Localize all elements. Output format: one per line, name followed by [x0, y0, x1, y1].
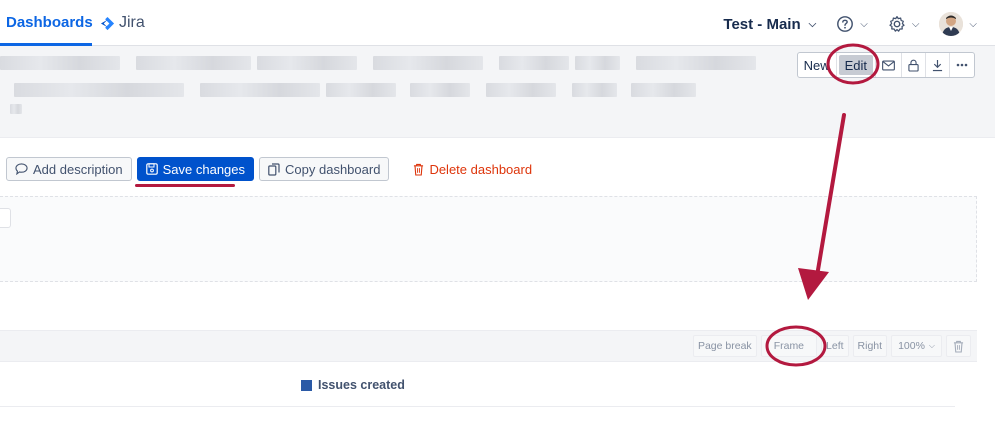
- jira-label: Jira: [119, 14, 145, 31]
- dashboard-toolbar: New Edit: [796, 52, 975, 78]
- chevron-down-icon: ⌵: [808, 18, 817, 30]
- jira-home-link[interactable]: Jira: [100, 14, 145, 32]
- lock-button[interactable]: [902, 53, 926, 77]
- frame-label: Frame: [773, 340, 805, 352]
- top-navigation: Dashboards Jira Test - Main ⌵ ⌵ ⌵ ⌵: [0, 0, 995, 46]
- envelope-icon: [882, 59, 895, 71]
- copy-icon: [268, 162, 280, 176]
- chart-legend: Issues created: [301, 378, 405, 392]
- align-right-label: Right: [857, 340, 883, 352]
- frame-button[interactable]: Frame: [760, 335, 818, 357]
- trash-icon: [414, 163, 424, 176]
- save-changes-button[interactable]: Save changes: [136, 157, 255, 181]
- blurred-subtitle: [14, 83, 696, 97]
- widget-delete-button[interactable]: [946, 335, 971, 357]
- description-area[interactable]: [0, 196, 977, 282]
- project-selector[interactable]: Test - Main ⌵: [723, 16, 816, 33]
- top-nav-right: Test - Main ⌵ ⌵ ⌵ ⌵: [723, 10, 977, 38]
- align-right-button[interactable]: Right: [852, 335, 888, 357]
- ellipsis-icon: [956, 63, 968, 67]
- project-label: Test - Main: [723, 15, 801, 33]
- align-left-button[interactable]: Left: [821, 335, 849, 357]
- add-description-label: Add description: [33, 161, 123, 177]
- jira-logo-icon: [100, 16, 115, 30]
- download-button[interactable]: [926, 53, 950, 77]
- widget-tools: Page break Frame Left Right 100% ⌵: [692, 335, 971, 357]
- dashboard-header: New Edit: [0, 46, 995, 138]
- new-button[interactable]: New: [798, 53, 837, 77]
- avatar: [939, 12, 964, 36]
- tab-dashboards[interactable]: Dashboards: [6, 14, 93, 31]
- copy-dashboard-label: Copy dashboard: [285, 161, 381, 177]
- chart-divider: [0, 406, 955, 407]
- zoom-select[interactable]: 100% ⌵: [891, 335, 942, 357]
- chevron-down-icon: ⌵: [911, 18, 920, 30]
- trash-icon: [953, 340, 964, 353]
- chevron-down-icon: ⌵: [860, 18, 868, 30]
- help-menu[interactable]: ⌵: [836, 15, 868, 33]
- download-icon: [932, 59, 943, 71]
- delete-dashboard-button[interactable]: Delete dashboard: [404, 157, 541, 181]
- delete-dashboard-label: Delete dashboard: [429, 161, 533, 177]
- align-left-label: Left: [826, 340, 844, 352]
- dashboard-actions: Add description Save changes Copy dashbo…: [6, 157, 541, 181]
- annotation-underline: [135, 184, 235, 187]
- settings-menu[interactable]: ⌵: [888, 15, 920, 33]
- page-break-label: Page break: [697, 340, 752, 352]
- comment-icon: [15, 163, 28, 175]
- chevron-down-icon: ⌵: [928, 341, 935, 350]
- edit-label: Edit: [844, 57, 867, 73]
- save-icon: [145, 163, 158, 175]
- add-description-button[interactable]: Add description: [6, 157, 132, 181]
- collapse-handle[interactable]: [0, 208, 11, 228]
- lock-icon: [908, 59, 919, 72]
- copy-dashboard-button[interactable]: Copy dashboard: [259, 157, 390, 181]
- chevron-down-icon: ⌵: [969, 18, 977, 30]
- zoom-label: 100%: [898, 340, 925, 352]
- profile-menu[interactable]: ⌵: [939, 12, 977, 36]
- blurred-title: [0, 56, 756, 70]
- legend-label: Issues created: [318, 378, 405, 392]
- legend-swatch: [301, 379, 312, 391]
- gear-icon: [889, 15, 905, 32]
- save-changes-label: Save changes: [162, 161, 246, 177]
- blurred-meta: [10, 104, 22, 118]
- question-circle-icon: [837, 16, 854, 32]
- email-button[interactable]: [875, 53, 902, 77]
- widget-toolbar: Page break Frame Left Right 100% ⌵: [0, 330, 977, 362]
- edit-button[interactable]: Edit: [838, 55, 873, 75]
- page-break-button[interactable]: Page break: [692, 335, 757, 357]
- new-label: New: [803, 57, 830, 73]
- more-button[interactable]: [950, 53, 974, 77]
